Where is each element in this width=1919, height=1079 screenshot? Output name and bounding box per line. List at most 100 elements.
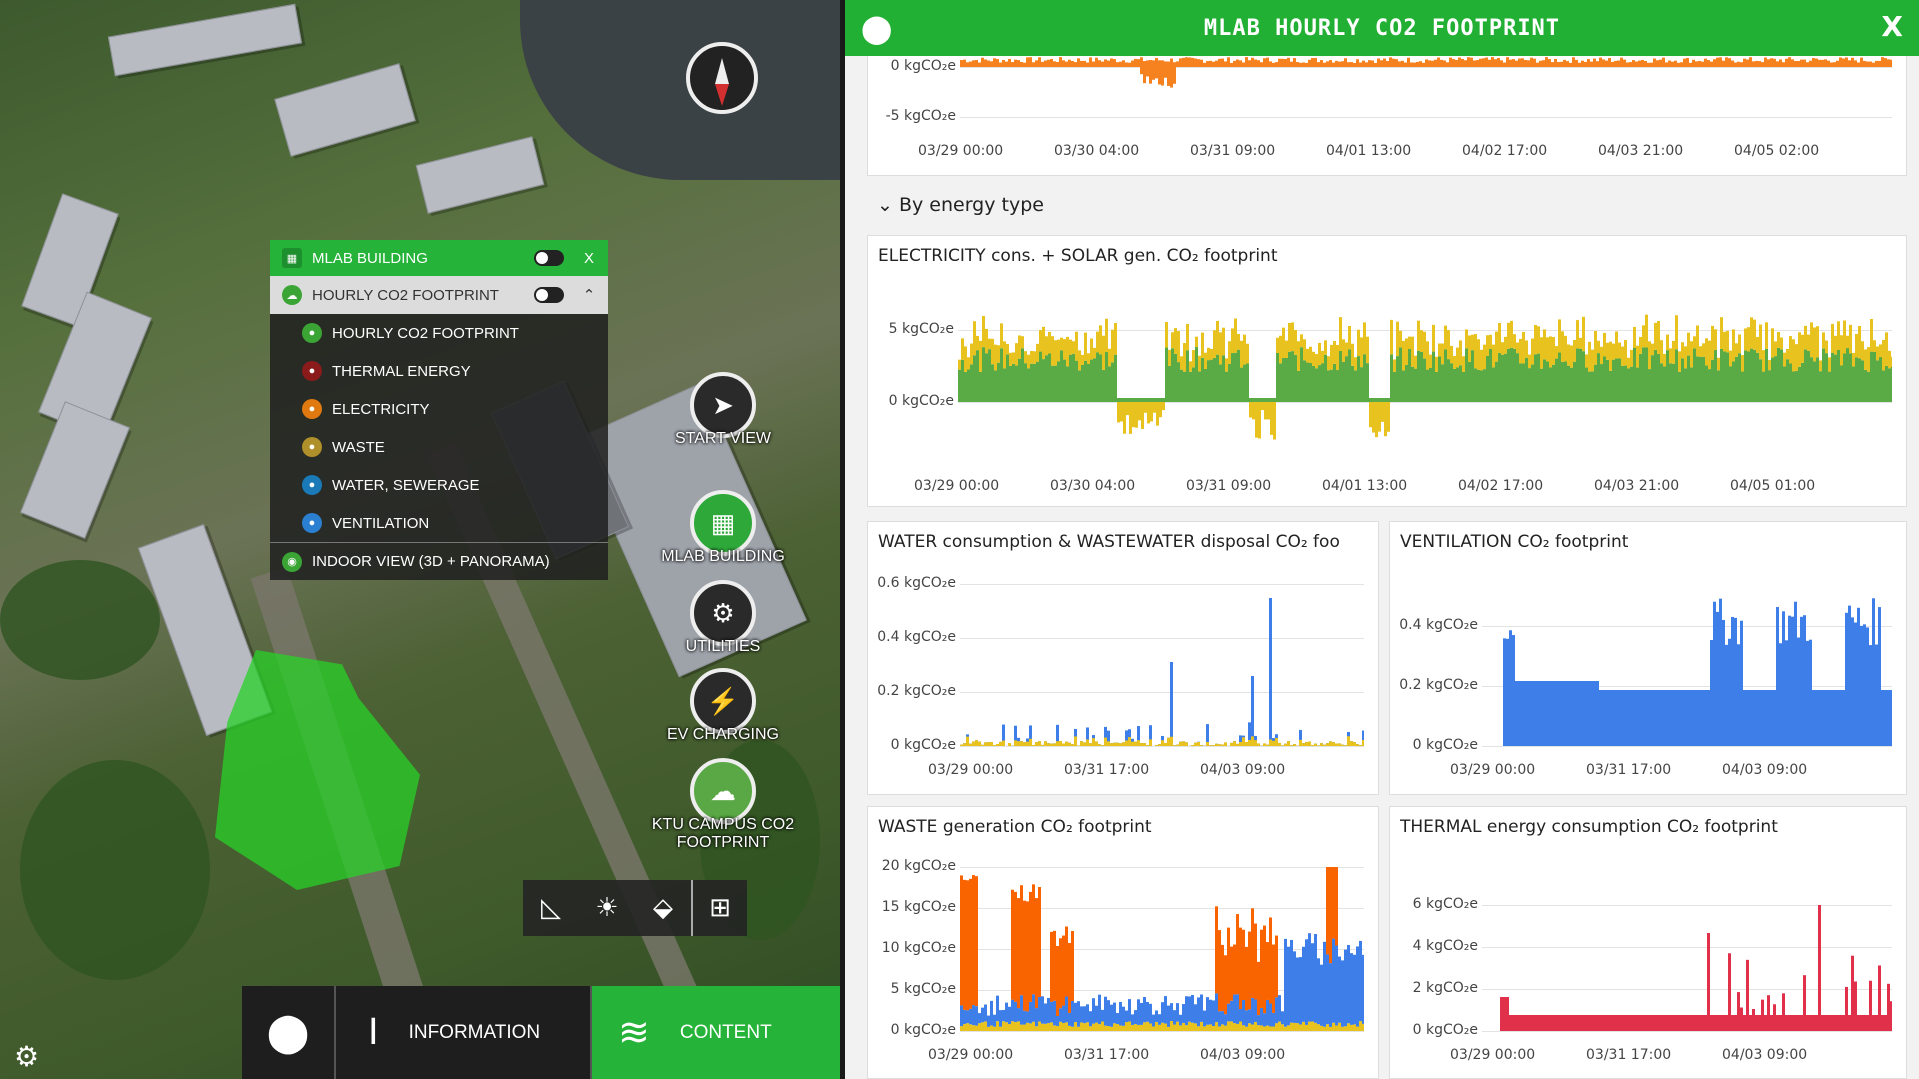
layer-item[interactable]: ● THERMAL ENERGY [270,352,608,390]
bar [1773,1004,1776,1031]
content-button[interactable]: ≋ CONTENT [590,986,840,1079]
bar [1857,607,1860,746]
bar [1216,354,1219,402]
bar [1110,1004,1113,1027]
bar [1227,1021,1230,1031]
bar [1068,1025,1071,1031]
bar [1680,1015,1683,1031]
section-toggle-by-energy-type[interactable]: ⌄ By energy type [877,194,1044,216]
bar [1645,314,1648,348]
bar [1650,62,1653,67]
bar [1690,341,1693,368]
layer-toggle[interactable] [534,287,564,303]
side-button[interactable]: ⚡ EV CHARGING [648,668,798,744]
bar [1233,741,1236,746]
bar [1782,993,1785,1031]
chevron-up-icon[interactable]: ⌃ [582,286,596,304]
layer-submenu-header[interactable]: ☁ HOURLY CO2 FOOTPRINT ⌃ [270,276,608,314]
layer-toggle[interactable] [534,250,564,266]
bar [1134,1024,1137,1031]
bar [1044,741,1047,746]
layer-item[interactable]: ● VENTILATION [270,504,608,542]
bar [1251,57,1254,67]
bar [1744,328,1747,351]
sun-icon[interactable]: ☀ [579,880,635,936]
bar [1011,889,1014,1000]
bar [1245,1010,1248,1027]
layer-item[interactable]: ● ELECTRICITY [270,390,608,428]
bar [1606,342,1609,360]
bar [1002,1021,1005,1031]
bar [1012,363,1015,402]
bar [1684,346,1687,369]
side-button[interactable]: ➤ START VIEW [648,372,798,448]
grid-icon[interactable]: ⊞ [691,880,747,936]
layer-item[interactable]: ● WASTE [270,428,608,466]
bar [1119,1025,1122,1031]
compass-icon[interactable] [686,42,758,114]
bar [1872,1015,1875,1031]
bar [1714,329,1717,351]
bar [972,60,975,67]
bar [1515,1015,1518,1031]
measure-icon[interactable]: ◺ [523,880,579,936]
information-button[interactable]: i INFORMATION [336,986,590,1079]
bar [1353,1024,1356,1031]
bar [1702,343,1705,357]
layer-item-indoor-view[interactable]: ◉ INDOOR VIEW (3D + PANORAMA) [270,542,608,580]
highlighted-mlab-building[interactable] [215,650,420,890]
bar [960,744,963,746]
bar [1536,681,1539,746]
side-button[interactable]: ☁ KTU CAMPUS CO2 FOOTPRINT [648,758,798,852]
bar [1753,319,1756,350]
bar [1524,59,1527,67]
close-panel-button[interactable]: X [1881,10,1903,43]
bar [1674,690,1677,746]
side-button[interactable]: ▦ MLAB BUILDING [648,490,798,566]
bar [1653,58,1656,67]
close-icon[interactable]: X [582,250,596,267]
layer-item[interactable]: ● WATER, SEWERAGE [270,466,608,504]
bar [1308,59,1311,67]
bar [1126,402,1129,416]
bar [1042,326,1045,360]
gear-icon[interactable]: ⚙ [14,1040,39,1073]
layer-menu-header[interactable]: ▦ MLAB BUILDING X [270,240,608,276]
bar [1581,1015,1584,1031]
bar [1122,742,1125,746]
bar [1263,1026,1266,1031]
chart-title: THERMAL energy consumption CO₂ footprint [1400,817,1778,837]
bar [1477,369,1480,402]
bar [1831,323,1834,353]
bar [1554,681,1557,746]
map-pin-icon[interactable]: ⬤ [861,12,892,45]
layers-icon[interactable]: ⬙ [635,880,691,936]
bar [1308,741,1311,746]
layer-item[interactable]: ● HOURLY CO2 FOOTPRINT [270,314,608,352]
location-button[interactable]: ⬤ [242,986,336,1079]
bar [1572,681,1575,746]
bar [1536,62,1539,67]
bar [1357,329,1360,357]
bar [1285,340,1288,358]
bar [1165,347,1168,402]
side-button[interactable]: ⚙ UTILITIES [648,580,798,656]
bar [1675,349,1678,402]
bar [1158,67,1161,85]
bar [1576,320,1579,349]
bar [999,741,1002,746]
bar [1315,354,1318,369]
bar [1014,1022,1017,1031]
bar [1710,640,1713,746]
bar [1435,356,1438,372]
bar [1063,359,1066,402]
bar [1399,347,1402,402]
map-3d-view[interactable]: ▦ MLAB BUILDING X ☁ HOURLY CO2 FOOTPRINT… [0,0,840,1079]
bar [1332,938,1335,1023]
bar [1402,340,1405,371]
bar [1417,320,1420,351]
bar [975,59,978,67]
bar [1411,336,1414,367]
bar [1725,1015,1728,1031]
bar [1474,368,1477,402]
